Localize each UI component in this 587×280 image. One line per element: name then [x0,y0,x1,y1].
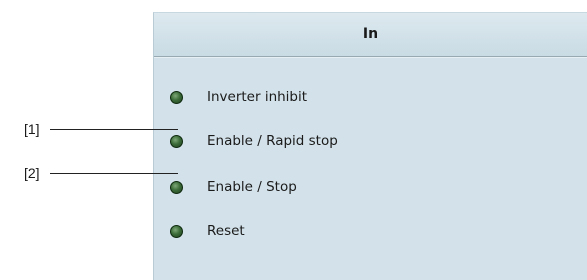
input-reset: Reset [170,221,245,241]
callout-label: [2] [24,165,40,181]
inputs-panel: In Inverter inhibit Enable / Rapid stop … [153,12,587,280]
input-label: Enable / Stop [207,179,297,195]
callout-label: [1] [24,121,40,137]
input-label: Inverter inhibit [207,89,308,105]
input-label: Enable / Rapid stop [207,133,338,149]
panel-title: In [154,13,587,57]
input-enable-stop: Enable / Stop [170,177,297,197]
status-led-icon [170,224,183,238]
input-label: Reset [207,223,245,239]
input-enable-rapid-stop: Enable / Rapid stop [170,131,338,151]
status-led-icon [170,90,183,104]
input-inverter-inhibit: Inverter inhibit [170,87,307,107]
status-led-icon [170,134,183,148]
callout-leader-line [50,129,178,130]
callout-leader-line [50,173,178,174]
status-led-icon [170,180,183,194]
